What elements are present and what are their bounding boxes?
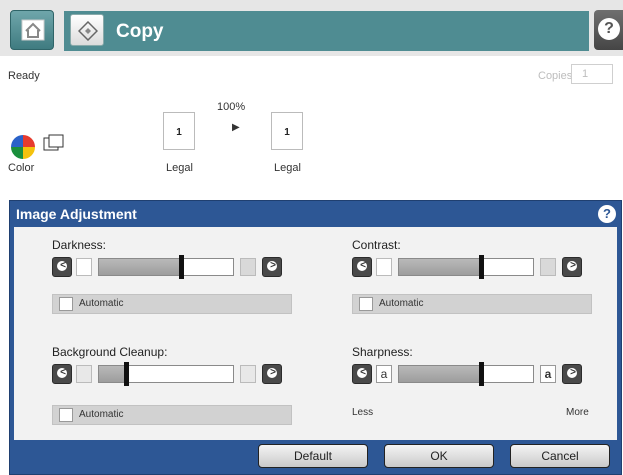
darkness-light-icon	[76, 258, 92, 276]
help-button[interactable]: ?	[594, 10, 623, 50]
input-page-thumbnail: 1	[163, 112, 195, 150]
copies-field[interactable]: 1	[571, 64, 613, 84]
background-increase-button[interactable]: >	[262, 364, 282, 384]
background-light-icon	[76, 365, 92, 383]
arrow-right-icon: ▶	[232, 122, 240, 133]
contrast-automatic-toggle[interactable]: Automatic	[352, 294, 592, 314]
darkness-decrease-button[interactable]: <	[52, 257, 72, 277]
background-automatic-label: Automatic	[79, 409, 124, 420]
background-cleanup-slider[interactable]	[98, 362, 234, 386]
darkness-automatic-label: Automatic	[79, 298, 124, 309]
checkbox-icon	[59, 408, 73, 422]
duplex-icon	[43, 134, 64, 151]
copy-app-button[interactable]	[70, 14, 104, 46]
dialog-help-icon[interactable]: ?	[598, 205, 616, 223]
background-slider-thumb[interactable]	[123, 362, 129, 386]
copy-icon	[78, 21, 98, 41]
chevron-right-icon: >	[270, 260, 276, 271]
checkbox-icon	[59, 297, 73, 311]
dialog-footer: Default OK Cancel	[14, 440, 617, 474]
contrast-slider[interactable]	[398, 255, 534, 279]
chevron-right-icon: >	[570, 260, 576, 271]
chevron-left-icon: <	[360, 260, 366, 271]
background-dark-icon	[240, 365, 256, 383]
home-icon	[21, 19, 45, 41]
color-mode-label: Color	[8, 162, 35, 174]
home-button[interactable]	[10, 10, 54, 50]
sharpness-more-label: More	[566, 407, 589, 418]
sharpness-slider-thumb[interactable]	[478, 362, 484, 386]
cancel-button[interactable]: Cancel	[510, 444, 610, 468]
sharpness-soft-icon: a	[376, 365, 392, 383]
copies-label: Copies:	[538, 70, 576, 82]
output-paper-label: Legal	[274, 162, 301, 174]
sharpness-decrease-button[interactable]: <	[352, 364, 372, 384]
input-paper-label: Legal	[166, 162, 193, 174]
background-automatic-toggle[interactable]: Automatic	[52, 405, 292, 425]
output-page-thumbnail: 1	[271, 112, 303, 150]
status-text: Ready	[8, 70, 40, 82]
chevron-left-icon: <	[60, 260, 66, 271]
sharpness-slider[interactable]	[398, 362, 534, 386]
image-adjustment-dialog: Image Adjustment ? Darkness: < > Automat…	[9, 200, 622, 475]
darkness-slider-thumb[interactable]	[178, 255, 184, 279]
top-bar: Copy ?	[0, 0, 623, 56]
dialog-body: Darkness: < > Automatic Contrast: < > Au…	[14, 227, 617, 440]
background-decrease-button[interactable]: <	[52, 364, 72, 384]
background-cleanup-label: Background Cleanup:	[52, 345, 168, 359]
darkness-slider-fill	[99, 259, 181, 275]
darkness-label: Darkness:	[52, 238, 107, 252]
chevron-left-icon: <	[60, 367, 66, 378]
contrast-slider-fill	[399, 259, 481, 275]
contrast-high-icon	[540, 258, 556, 276]
ok-button[interactable]: OK	[384, 444, 494, 468]
contrast-decrease-button[interactable]: <	[352, 257, 372, 277]
default-button[interactable]: Default	[258, 444, 368, 468]
sharpness-slider-fill	[399, 366, 481, 382]
chevron-right-icon: >	[270, 367, 276, 378]
chevron-right-icon: >	[570, 367, 576, 378]
zoom-level: 100%	[217, 101, 246, 113]
contrast-increase-button[interactable]: >	[562, 257, 582, 277]
contrast-automatic-label: Automatic	[379, 298, 424, 309]
checkbox-icon	[359, 297, 373, 311]
darkness-automatic-toggle[interactable]: Automatic	[52, 294, 292, 314]
color-wheel-icon	[11, 135, 35, 159]
contrast-low-icon	[376, 258, 392, 276]
darkness-increase-button[interactable]: >	[262, 257, 282, 277]
sharpness-increase-button[interactable]: >	[562, 364, 582, 384]
background-slider-fill	[99, 366, 126, 382]
sharpness-less-label: Less	[352, 407, 374, 418]
contrast-label: Contrast:	[352, 238, 401, 252]
chevron-left-icon: <	[360, 367, 366, 378]
darkness-slider[interactable]	[98, 255, 234, 279]
help-icon: ?	[598, 18, 620, 40]
sharpness-sharp-icon: a	[540, 365, 556, 383]
darkness-dark-icon	[240, 258, 256, 276]
dialog-title: Image Adjustment	[16, 206, 137, 222]
contrast-slider-thumb[interactable]	[478, 255, 484, 279]
sharpness-label: Sharpness:	[352, 345, 413, 359]
app-title: Copy	[116, 21, 164, 42]
